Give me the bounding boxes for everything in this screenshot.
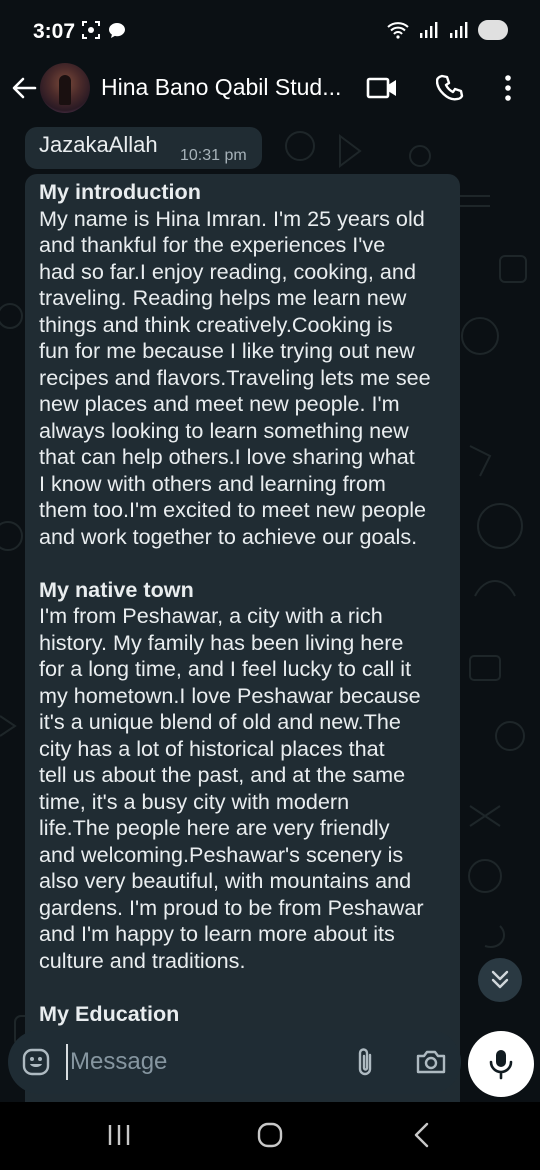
message-composer <box>8 1030 461 1094</box>
message-time: 10:31 pm <box>180 147 247 164</box>
message-line: gardens. I'm proud to be from Peshawar <box>39 894 424 920</box>
video-call-icon[interactable] <box>366 75 398 101</box>
back-nav-icon[interactable] <box>410 1120 434 1150</box>
status-icons-right <box>386 20 508 40</box>
chat-bubble-icon <box>109 23 125 38</box>
avatar[interactable] <box>40 63 90 113</box>
status-time: 3:07 <box>33 20 76 43</box>
phone-icon[interactable] <box>436 74 464 102</box>
system-navigation-bar <box>0 1102 540 1170</box>
message-line: I know with others and learning from <box>39 470 386 496</box>
message-line: had so far.I enjoy reading, cooking, and <box>39 258 416 284</box>
section-heading-education: My Education <box>39 1000 180 1026</box>
chat-title[interactable]: Hina Bano Qabil Stud... <box>101 74 341 101</box>
status-bar: 3:07 <box>0 0 540 62</box>
double-chevron-down-icon <box>491 970 509 989</box>
section-heading-native-town: My native town <box>39 576 194 602</box>
wifi-icon <box>387 22 409 39</box>
back-arrow-icon[interactable] <box>10 74 38 102</box>
message-line: also very beautiful, with mountains and <box>39 868 412 893</box>
status-icons-left <box>82 21 126 39</box>
message-line: that can help others.I love sharing what <box>39 444 415 469</box>
message-line: My name is Hina Imran. I'm 25 years old <box>39 205 425 231</box>
signal-icon-2 <box>450 22 468 38</box>
message-line: fun for me because I like trying out new <box>39 338 415 363</box>
message-line: new places and meet new people. I'm <box>39 391 400 416</box>
message-line: it's a unique blend of old and new.The <box>39 709 401 734</box>
chat-area[interactable]: JazakaAllah 10:31 pm My introduction My … <box>0 116 540 1102</box>
message-body: My introduction My name is Hina Imran. I… <box>39 179 451 1027</box>
chat-header: Hina Bano Qabil Stud... <box>0 62 540 116</box>
message-bubble-long[interactable]: My introduction My name is Hina Imran. I… <box>25 174 460 1102</box>
section-heading-introduction: My introduction <box>39 179 201 204</box>
message-line: my hometown.I love Peshawar because <box>39 682 421 708</box>
message-text: JazakaAllah <box>39 132 158 157</box>
message-line: I'm from Peshawar, a city with a rich <box>39 603 383 628</box>
message-line: city has a lot of historical places that <box>39 735 385 761</box>
message-line: traveling. Reading helps me learn new <box>39 285 407 310</box>
message-line: culture and traditions. <box>39 947 246 973</box>
message-line: them too.I'm excited to meet new people <box>39 497 427 522</box>
message-line: history. My family has been living here <box>39 629 404 655</box>
message-line: and work together to achieve our goals. <box>39 523 418 549</box>
message-line: and thankful for the experiences I've <box>39 232 386 257</box>
message-line: and I'm happy to learn more about its <box>39 921 395 946</box>
scroll-to-bottom-button[interactable] <box>478 958 522 1002</box>
battery-icon <box>478 20 508 40</box>
message-input[interactable] <box>66 1044 336 1080</box>
emoji-icon[interactable] <box>22 1048 50 1076</box>
camera-icon[interactable] <box>415 1049 447 1075</box>
home-icon[interactable] <box>255 1120 285 1150</box>
screenshot-icon <box>82 21 100 39</box>
attach-icon[interactable] <box>355 1046 375 1078</box>
message-line: recipes and flavors.Traveling lets me se… <box>39 364 431 390</box>
message-line: for a long time, and I feel lucky to cal… <box>39 656 412 681</box>
more-vertical-icon[interactable] <box>502 74 514 102</box>
recents-icon[interactable] <box>106 1120 132 1150</box>
message-line: tell us about the past, and at the same <box>39 762 406 787</box>
mic-icon <box>489 1050 513 1080</box>
message-line: time, it's a busy city with modern <box>39 788 350 814</box>
message-bubble[interactable]: JazakaAllah 10:31 pm <box>25 127 262 169</box>
message-line: life.The people here are very friendly <box>39 815 390 840</box>
mic-button[interactable] <box>468 1031 534 1097</box>
message-line: and welcoming.Peshawar's scenery is <box>39 841 404 867</box>
message-line: always looking to learn something new <box>39 417 409 443</box>
signal-icon <box>420 22 438 38</box>
message-line: things and think creatively.Cooking is <box>39 311 393 337</box>
